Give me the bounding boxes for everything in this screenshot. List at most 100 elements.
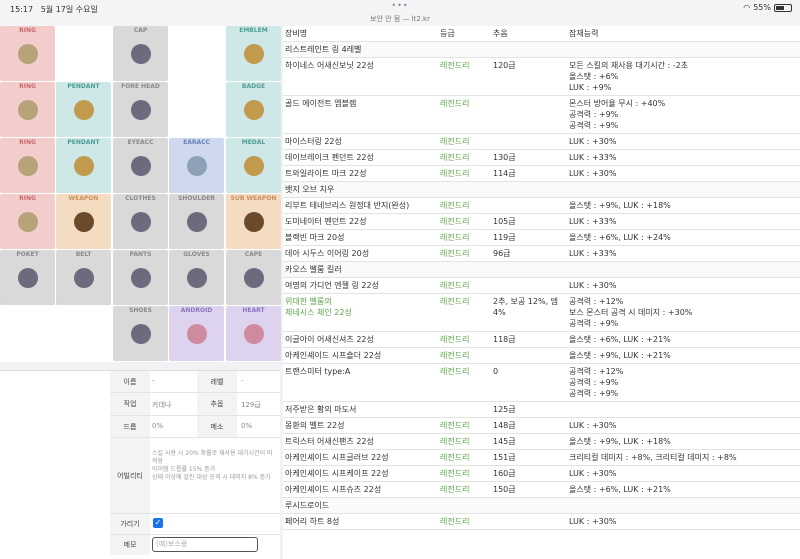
equip-slot[interactable]: RING: [0, 26, 55, 81]
table-row[interactable]: 골드 에이전트 엠블렘 레전드리 몬스터 방어율 무시 : +40% 공격력 : +…: [283, 96, 800, 134]
table-row[interactable]: 몽환의 벨트 22성 레전드리 148급 LUK : +30%: [283, 418, 800, 434]
equip-slot[interactable]: PENDANT: [56, 82, 111, 137]
table-row[interactable]: 아케인셰이드 시프글러브 22성 레전드리 151급 크리티컬 데미지 : +8%, …: [283, 450, 800, 466]
slot-label: ANDROID: [180, 307, 213, 314]
table-row[interactable]: 페어리 하트 8성 레전드리 LUK : +30%: [283, 514, 800, 530]
equip-slot[interactable]: CLOTHES: [113, 194, 168, 249]
status-right: ◠ 55%: [743, 3, 792, 12]
table-row[interactable]: 이글아이 어새신셔츠 22성 레전드리 118급 올스탯 : +6%, LUK : +…: [283, 332, 800, 348]
cell-name: 리스트레인트 링 4레벨: [285, 45, 362, 54]
tab-dots[interactable]: •••: [0, 1, 800, 10]
cell-grade: 레전드리: [440, 367, 470, 376]
table-row[interactable]: 도미네이터 펜던트 22성 레전드리 105급 LUK : +33%: [283, 214, 800, 230]
equip-slot[interactable]: HEART: [226, 306, 281, 361]
item-icon: [74, 212, 94, 232]
cell-grade: 레전드리: [440, 249, 470, 258]
table-row[interactable]: 하이네스 어새신보닛 22성 레전드리 120급 모든 스킬의 재사용 대기시간 : …: [283, 58, 800, 96]
cell-flame: 125급: [493, 405, 516, 414]
table-row[interactable]: 데이브레이크 펜던트 22성 레전드리 130급 LUK : +33%: [283, 150, 800, 166]
equip-slot[interactable]: EYEACC: [113, 138, 168, 193]
equip-slot[interactable]: EMBLEM: [226, 26, 281, 81]
slot-label: EYEACC: [127, 139, 154, 146]
table-row[interactable]: 아케인셰이드 시프숄더 22성 레전드리 올스탯 : +9%, LUK : +21%: [283, 348, 800, 364]
equip-slot[interactable]: WEAPON: [56, 194, 111, 249]
item-icon: [131, 268, 151, 288]
item-icon: [244, 212, 264, 232]
item-icon: [18, 44, 38, 64]
item-icon: [18, 100, 38, 120]
url-bar[interactable]: 보안 안 됨 — lt2.kr: [0, 14, 800, 24]
set-row[interactable]: 루시드로이드: [283, 498, 800, 514]
set-row[interactable]: 뱃지 오브 치우: [283, 182, 800, 198]
equip-slot[interactable]: FORE HEAD: [113, 82, 168, 137]
equip-slot[interactable]: CAPE: [226, 250, 281, 305]
equip-slot[interactable]: SUB WEAPON: [226, 194, 281, 249]
cell-grade: 레전드리: [440, 217, 470, 226]
hide-label: 가리기: [110, 514, 150, 534]
equip-slot[interactable]: SHOULDER: [169, 194, 224, 249]
cell-potential: LUK : +30%: [569, 137, 617, 146]
table-row[interactable]: 마이스터링 22성 레전드리 LUK : +30%: [283, 134, 800, 150]
table-row[interactable]: 트릭스터 어새신팬츠 22성 레전드리 145급 올스탯 : +9%, LUK : +…: [283, 434, 800, 450]
cell-grade: 레전드리: [440, 485, 470, 494]
memo-input[interactable]: (예)보스용: [152, 537, 258, 552]
table-row[interactable]: 아케인셰이드 시프슈즈 22성 레전드리 150급 올스탯 : +6%, LUK : …: [283, 482, 800, 498]
cell-potential: LUK : +30%: [569, 281, 617, 290]
item-icon: [244, 156, 264, 176]
equip-slot[interactable]: SHOES: [113, 306, 168, 361]
set-row[interactable]: 카오스 벨룸 킬러: [283, 262, 800, 278]
cell-flame: 145급: [493, 437, 516, 446]
item-icon: [187, 324, 207, 344]
cell-potential: LUK : +30%: [569, 169, 617, 178]
table-header: 장비명 등급 추옵 잠재능력: [283, 26, 800, 42]
hide-checkbox[interactable]: ✓: [153, 518, 163, 528]
equip-slot[interactable]: POKET: [0, 250, 55, 305]
equip-slot[interactable]: GLOVES: [169, 250, 224, 305]
table-row[interactable]: 위대한 벨룸의 제네시스 체인 22성 레전드리 2추, 보공 12%, 뎀 4% 공…: [283, 294, 800, 332]
slot-label: EMBLEM: [239, 27, 268, 34]
cell-name: 페어리 하트 8성: [285, 517, 340, 526]
equip-slot[interactable]: RING: [0, 138, 55, 193]
table-row[interactable]: 저주받은 황의 마도서 125급: [283, 402, 800, 418]
cell-name: 리부트 테네브리스 원정대 반지(완성): [285, 201, 410, 210]
name-value: -: [152, 377, 155, 385]
equip-slot[interactable]: ANDROID: [169, 306, 224, 361]
table-row[interactable]: 아케인셰이드 시프케이프 22성 레전드리 160급 LUK : +30%: [283, 466, 800, 482]
name-label: 이름: [110, 371, 150, 392]
item-icon: [131, 212, 151, 232]
equip-slot[interactable]: BADGE: [226, 82, 281, 137]
item-icon: [244, 324, 264, 344]
set-row[interactable]: 리스트레인트 링 4레벨: [283, 42, 800, 58]
slot-label: SHOES: [129, 307, 152, 314]
cell-potential: 올스탯 : +6%, LUK : +21%: [569, 335, 671, 344]
cell-name: 하이네스 어새신보닛 22성: [285, 61, 374, 70]
item-icon: [244, 100, 264, 120]
item-icon: [74, 100, 94, 120]
equip-slot[interactable]: RING: [0, 82, 55, 137]
table-row[interactable]: 블랙빈 마크 20성 레전드리 119급 올스탯 : +6%, LUK : +24%: [283, 230, 800, 246]
cell-grade: 레전드리: [440, 61, 470, 70]
equipment-table: 장비명 등급 추옵 잠재능력 리스트레인트 링 4레벨 하이네스 어새신보닛 22성 레전드…: [283, 26, 800, 559]
info-row-hide: 가리기 ✓: [110, 514, 280, 535]
ability-label: 어빌리티: [110, 438, 150, 513]
table-row[interactable]: 리부트 테네브리스 원정대 반지(완성) 레전드리 올스탯 : +9%, LUK :…: [283, 198, 800, 214]
table-row[interactable]: 여명의 가디언 엔젤 링 22성 레전드리 LUK : +30%: [283, 278, 800, 294]
equip-slot[interactable]: BELT: [56, 250, 111, 305]
cell-grade: 레전드리: [440, 281, 470, 290]
cell-name: 골드 에이전트 엠블렘: [285, 99, 357, 108]
table-row[interactable]: 데아 시두스 이어링 20성 레전드리 96급 LUK : +33%: [283, 246, 800, 262]
cell-name: 뱃지 오브 치우: [285, 185, 335, 194]
equip-slot[interactable]: EARACC: [169, 138, 224, 193]
item-icon: [187, 156, 207, 176]
equip-slot[interactable]: MEDAL: [226, 138, 281, 193]
equip-slot[interactable]: PANTS: [113, 250, 168, 305]
table-row[interactable]: 트와일라이트 마크 22성 레전드리 114급 LUK : +30%: [283, 166, 800, 182]
equip-slot[interactable]: CAP: [113, 26, 168, 81]
equip-slot[interactable]: PENDANT: [56, 138, 111, 193]
cell-flame: [493, 348, 568, 350]
item-icon: [74, 268, 94, 288]
table-row[interactable]: 트랜스미터 type:A 레전드리 0 공격력 : +12% 공격력 : +9% 공격…: [283, 364, 800, 402]
cell-grade: 레전드리: [440, 421, 470, 430]
equip-slot[interactable]: RING: [0, 194, 55, 249]
cell-potential: 올스탯 : +9%, LUK : +18%: [569, 437, 671, 446]
